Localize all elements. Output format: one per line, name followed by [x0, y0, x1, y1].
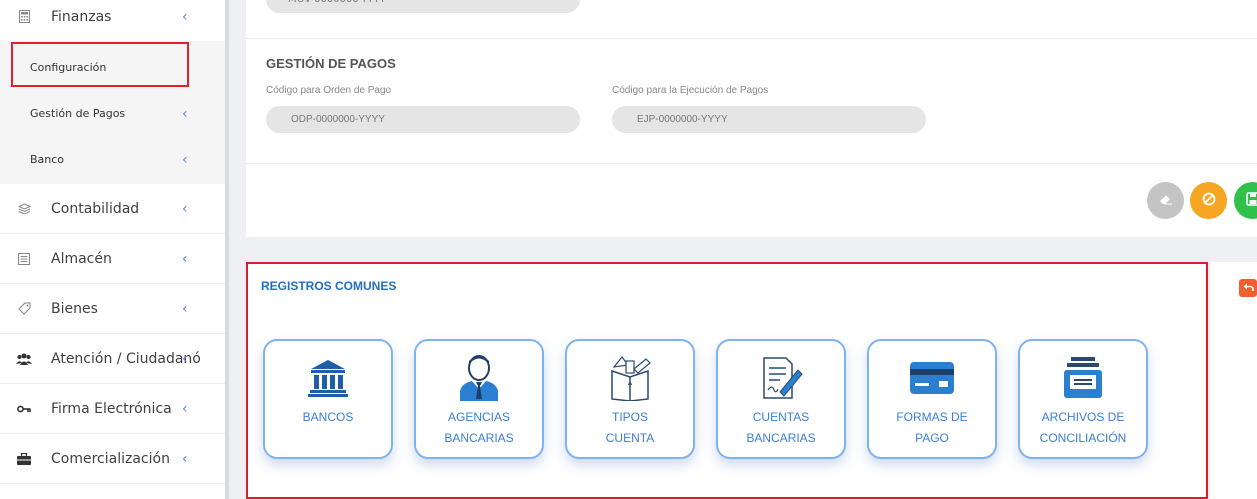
sidebar-item-label: Bienes — [51, 300, 98, 317]
sidebar-item-label: Atención / Ciudadanó — [51, 350, 201, 367]
divider — [246, 163, 1257, 164]
chevron-left-icon: ‹ — [182, 350, 188, 367]
save-button[interactable] — [1234, 182, 1257, 219]
card-label-line1: BANCOS — [302, 410, 354, 424]
sidebar-item-label: Contabilidad — [51, 200, 140, 217]
card-label-line1: AGENCIAS — [447, 410, 510, 424]
card-label: AGENCIAS BANCARIAS — [416, 407, 542, 449]
undo-icon — [1243, 282, 1254, 295]
chevron-left-icon: ‹ — [182, 400, 188, 417]
layers-icon — [16, 201, 32, 217]
list-icon — [16, 251, 32, 267]
sidebar-item-label: Firma Electrónica — [51, 400, 172, 417]
archivos-conciliacion-card[interactable]: ARCHIVOS DE CONCILIACIÓN — [1018, 339, 1148, 459]
contract-icon — [718, 355, 844, 401]
sidebar-item-comercializacion[interactable]: Comercialización ‹ — [0, 434, 225, 484]
sidebar-item-label: Comercialización — [51, 450, 170, 467]
card-label-line1: CUENTAS — [752, 410, 810, 424]
orden-pago-label: Código para Orden de Pago — [266, 85, 392, 96]
chevron-left-icon: ‹ — [182, 151, 188, 168]
chevron-left-icon: ‹ — [182, 105, 188, 122]
section-title: GESTIÓN DE PAGOS — [266, 56, 396, 71]
card-label-line1: ARCHIVOS DE — [1041, 410, 1125, 424]
highlight-configuracion — [11, 42, 189, 87]
sidebar-subitem-gestion-pagos[interactable]: Gestión de Pagos ‹ — [0, 91, 225, 136]
chevron-left-icon: ‹ — [182, 200, 188, 217]
sidebar-item-almacen[interactable]: Almacén ‹ — [0, 234, 225, 284]
ejecucion-pagos-label: Código para la Ejecución de Pagos — [612, 85, 769, 96]
card-label-line2: CUENTA — [605, 431, 655, 445]
gestion-pagos-card: MOV-0000000-YYYY GESTIÓN DE PAGOS Código… — [246, 0, 1257, 237]
ejecucion-pagos-input[interactable]: EJP-0000000-YYYY — [612, 106, 926, 133]
sidebar-scrollbar[interactable] — [225, 0, 229, 499]
card-label-line2: BANCARIAS — [746, 431, 816, 445]
sidebar-subitem-banco[interactable]: Banco ‹ — [0, 137, 225, 182]
previous-code-value: MOV-0000000-YYYY — [288, 0, 386, 13]
save-icon — [1245, 191, 1257, 210]
card-label: CUENTAS BANCARIAS — [718, 407, 844, 449]
key-icon — [16, 401, 32, 417]
card-label: ARCHIVOS DE CONCILIACIÓN — [1020, 407, 1146, 449]
sidebar-item-label: Finanzas — [51, 8, 112, 25]
card-label-line2: CONCILIACIÓN — [1039, 431, 1127, 445]
archive-icon — [1020, 355, 1146, 401]
formas-de-pago-card[interactable]: FORMAS DE PAGO — [867, 339, 997, 459]
card-label: TIPOS CUENTA — [567, 407, 693, 449]
sidebar-item-bienes[interactable]: Bienes ‹ — [0, 284, 225, 334]
book-icon — [567, 355, 693, 401]
undo-button[interactable] — [1239, 279, 1257, 297]
right-panel — [1210, 262, 1257, 499]
sidebar-subitem-label: Gestión de Pagos — [30, 107, 126, 120]
sidebar-item-atencion[interactable]: Atención / Ciudadanó ‹ — [0, 334, 225, 384]
eraser-icon — [1159, 193, 1173, 209]
sidebar-item-finanzas[interactable]: Finanzas ‹ — [0, 0, 225, 42]
ban-icon — [1202, 192, 1216, 210]
credit-card-icon — [869, 355, 995, 401]
sidebar-item-label: Almacén — [51, 250, 112, 267]
sidebar: Finanzas ‹ Configuración Gestión de Pago… — [0, 0, 225, 499]
orden-pago-value: ODP-0000000-YYYY — [291, 114, 385, 125]
card-label: FORMAS DE PAGO — [869, 407, 995, 449]
users-icon — [16, 351, 32, 367]
chevron-left-icon: ‹ — [182, 300, 188, 317]
cuentas-bancarias-card[interactable]: CUENTAS BANCARIAS — [716, 339, 846, 459]
previous-code-field[interactable]: MOV-0000000-YYYY — [266, 0, 580, 13]
chevron-left-icon: ‹ — [182, 250, 188, 267]
card-label: BANCOS — [265, 407, 391, 428]
agencias-bancarias-card[interactable]: AGENCIAS BANCARIAS — [414, 339, 544, 459]
chevron-left-icon: ‹ — [182, 450, 188, 467]
divider — [246, 38, 1257, 39]
tag-icon — [16, 301, 32, 317]
sidebar-subitem-label: Banco — [30, 153, 65, 166]
orden-pago-input[interactable]: ODP-0000000-YYYY — [266, 106, 580, 133]
agent-icon — [416, 355, 542, 401]
sidebar-item-firma[interactable]: Firma Electrónica ‹ — [0, 384, 225, 434]
chevron-left-icon: ‹ — [182, 8, 188, 25]
sidebar-item-contabilidad[interactable]: Contabilidad ‹ — [0, 184, 225, 234]
card-label-line1: TIPOS — [611, 410, 648, 424]
bancos-card[interactable]: BANCOS — [263, 339, 393, 459]
card-label-line2: PAGO — [915, 431, 949, 445]
registros-comunes-panel: REGISTROS COMUNES BANCOS AGENCIAS BANCAR… — [246, 262, 1208, 499]
cancel-button[interactable] — [1190, 182, 1227, 219]
briefcase-icon — [16, 451, 32, 467]
card-label-line2: BANCARIAS — [444, 431, 514, 445]
calculator-icon — [16, 9, 32, 25]
clear-button[interactable] — [1147, 182, 1184, 219]
card-label-line1: FORMAS DE — [896, 410, 968, 424]
registros-title: REGISTROS COMUNES — [261, 279, 397, 293]
tipos-cuenta-card[interactable]: TIPOS CUENTA — [565, 339, 695, 459]
bank-icon — [265, 355, 391, 401]
ejecucion-pagos-value: EJP-0000000-YYYY — [637, 114, 728, 125]
